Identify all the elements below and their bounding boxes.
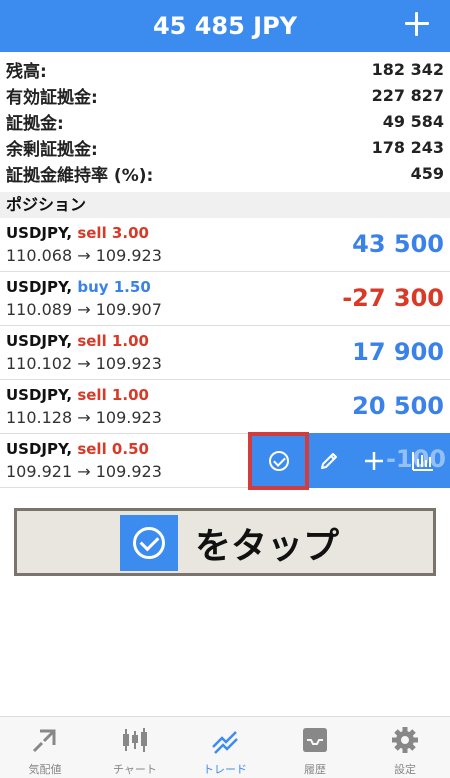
summary-label: 証拠金維持率 (%):: [6, 165, 154, 186]
symbol-text: USDJPY,: [6, 332, 73, 350]
position-side: sell 1.00: [77, 332, 149, 350]
check-circle-icon: [120, 515, 178, 571]
position-symbol: USDJPY, buy 1.50: [6, 278, 151, 296]
edit-icon: [321, 452, 337, 469]
summary-value: 459: [410, 163, 444, 183]
summary-value: 182 342: [371, 59, 444, 79]
header-bar: 45 485 JPY: [0, 0, 450, 52]
add-button[interactable]: [349, 433, 399, 488]
position-row[interactable]: USDJPY, sell 3.00 110.068 → 109.923 43 5…: [0, 218, 450, 272]
balance-title: 45 485 JPY: [152, 12, 298, 40]
close-button-highlight: [248, 432, 309, 490]
summary-label: 有効証拠金:: [6, 87, 98, 108]
tab-label: 設定: [394, 763, 416, 776]
instruction-banner: をタップ: [14, 508, 436, 576]
position-prices: 110.068 → 109.923: [6, 246, 162, 265]
symbol-text: USDJPY,: [6, 386, 73, 404]
plus-icon: [365, 451, 383, 470]
position-side: sell 1.00: [77, 386, 149, 404]
symbol-text: USDJPY,: [6, 440, 73, 458]
position-row[interactable]: USDJPY, sell 1.00 110.102 → 109.923 17 9…: [0, 326, 450, 380]
summary-row-free-margin: 余剰証拠金: 178 243: [0, 134, 450, 160]
summary-value: 227 827: [371, 85, 444, 105]
tab-label: 履歴: [304, 763, 326, 776]
summary-row-margin-level: 証拠金維持率 (%): 459: [0, 160, 450, 186]
tab-label: チャート: [113, 763, 157, 776]
summary-label: 残高:: [6, 61, 47, 82]
tab-label: 気配値: [28, 763, 62, 776]
position-profit: 17 900: [352, 338, 444, 366]
account-summary: 残高: 182 342 有効証拠金: 227 827 証拠金: 49 584 余…: [0, 56, 450, 186]
position-side: buy 1.50: [77, 278, 151, 296]
tab-quotes[interactable]: 気配値: [0, 717, 90, 778]
position-profit: -27 300: [342, 284, 444, 312]
tab-history[interactable]: 履歴: [270, 717, 360, 778]
position-symbol: USDJPY, sell 0.50: [6, 440, 149, 458]
position-prices: 110.102 → 109.923: [6, 354, 162, 373]
positions-section-title: ポジション: [0, 192, 450, 218]
position-prices: 110.089 → 109.907: [6, 300, 162, 319]
summary-row-margin: 証拠金: 49 584: [0, 108, 450, 134]
candles-icon: [123, 728, 147, 752]
position-side: sell 3.00: [77, 224, 149, 242]
summary-label: 証拠金:: [6, 113, 64, 134]
position-profit: 43 500: [352, 230, 444, 258]
history-icon: [303, 728, 327, 752]
summary-row-equity: 有効証拠金: 227 827: [0, 82, 450, 108]
position-prices: 110.128 → 109.923: [6, 408, 162, 427]
symbol-text: USDJPY,: [6, 224, 73, 242]
position-symbol: USDJPY, sell 1.00: [6, 332, 149, 350]
chart-icon: [412, 451, 433, 471]
tab-settings[interactable]: 設定: [360, 717, 450, 778]
check-circle-glyph: [133, 527, 165, 559]
quotes-icon: [32, 729, 56, 753]
position-side: sell 0.50: [77, 440, 149, 458]
summary-value: 49 584: [382, 111, 444, 131]
position-symbol: USDJPY, sell 1.00: [6, 386, 149, 404]
position-symbol: USDJPY, sell 3.00: [6, 224, 149, 242]
plus-icon[interactable]: [402, 9, 432, 39]
instruction-text: をタップ: [195, 526, 340, 567]
symbol-text: USDJPY,: [6, 278, 73, 296]
position-row[interactable]: USDJPY, sell 1.00 110.128 → 109.923 20 5…: [0, 380, 450, 434]
tab-chart[interactable]: チャート: [90, 717, 180, 778]
trade-icon: [212, 731, 238, 754]
tab-label: トレード: [203, 763, 247, 776]
summary-row-balance: 残高: 182 342: [0, 56, 450, 82]
position-row[interactable]: USDJPY, buy 1.50 110.089 → 109.907 -27 3…: [0, 272, 450, 326]
position-profit: 20 500: [352, 392, 444, 420]
bottom-tab-bar: 気配値 チャート トレード 履歴 設定: [0, 716, 450, 778]
tab-trade[interactable]: トレード: [180, 717, 270, 778]
summary-value: 178 243: [371, 137, 444, 157]
chart-button[interactable]: [398, 433, 448, 488]
summary-label: 余剰証拠金:: [6, 139, 98, 160]
position-prices: 109.921 → 109.923: [6, 462, 162, 481]
edit-button[interactable]: [304, 433, 354, 488]
gear-icon: [392, 727, 418, 753]
